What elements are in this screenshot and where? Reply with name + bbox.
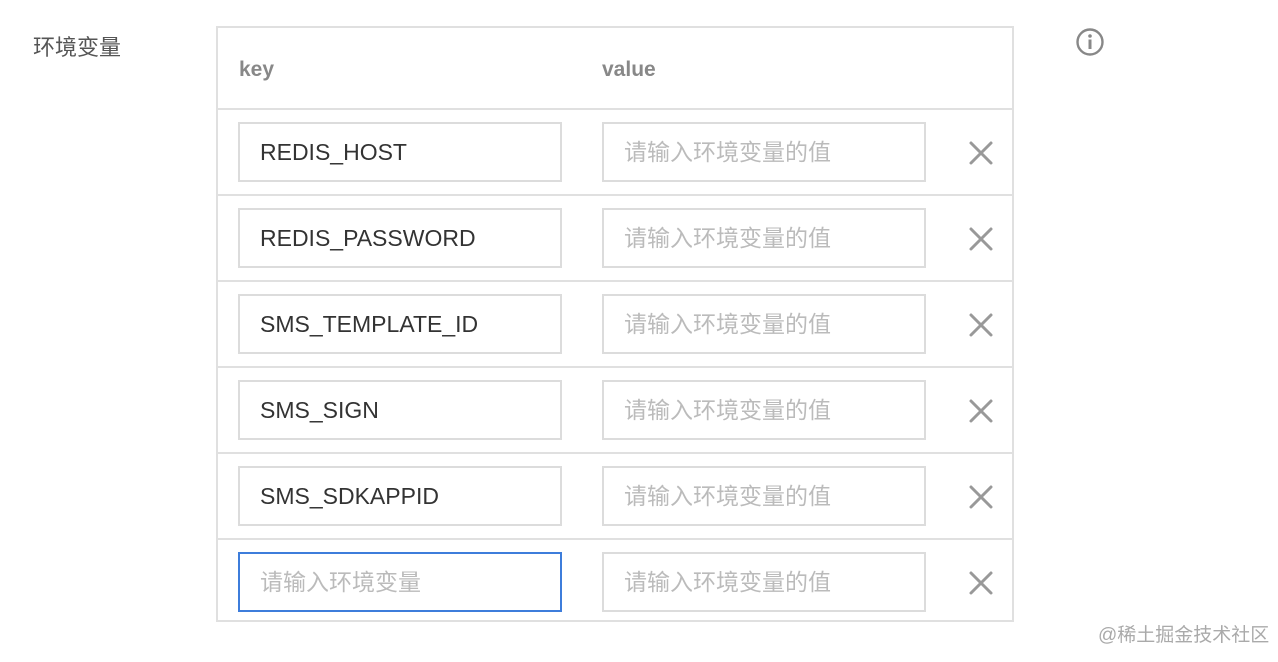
key-input[interactable] — [238, 466, 562, 526]
value-input[interactable] — [602, 208, 926, 268]
value-input[interactable] — [602, 122, 926, 182]
table-row — [218, 454, 1012, 540]
key-input[interactable] — [238, 380, 562, 440]
env-vars-label: 环境变量 — [33, 35, 122, 60]
key-input[interactable] — [238, 208, 562, 268]
close-icon[interactable] — [964, 308, 998, 342]
table-row — [218, 540, 1012, 626]
env-vars-table: key value — [216, 26, 1014, 622]
key-column-header: key — [239, 58, 275, 81]
table-row — [218, 282, 1012, 368]
value-input[interactable] — [602, 466, 926, 526]
close-icon[interactable] — [964, 136, 998, 170]
table-row — [218, 110, 1012, 196]
key-input[interactable] — [238, 294, 562, 354]
table-header: key value — [218, 28, 1012, 110]
close-icon[interactable] — [964, 566, 998, 600]
value-input[interactable] — [602, 380, 926, 440]
close-icon[interactable] — [964, 480, 998, 514]
key-input[interactable] — [238, 552, 562, 612]
close-icon[interactable] — [964, 394, 998, 428]
key-input[interactable] — [238, 122, 562, 182]
value-input[interactable] — [602, 552, 926, 612]
info-icon[interactable] — [1075, 27, 1105, 57]
table-row — [218, 196, 1012, 282]
close-icon[interactable] — [964, 222, 998, 256]
watermark: @稀土掘金技术社区 — [1098, 625, 1270, 646]
table-row — [218, 368, 1012, 454]
value-column-header: value — [602, 58, 656, 81]
value-input[interactable] — [602, 294, 926, 354]
